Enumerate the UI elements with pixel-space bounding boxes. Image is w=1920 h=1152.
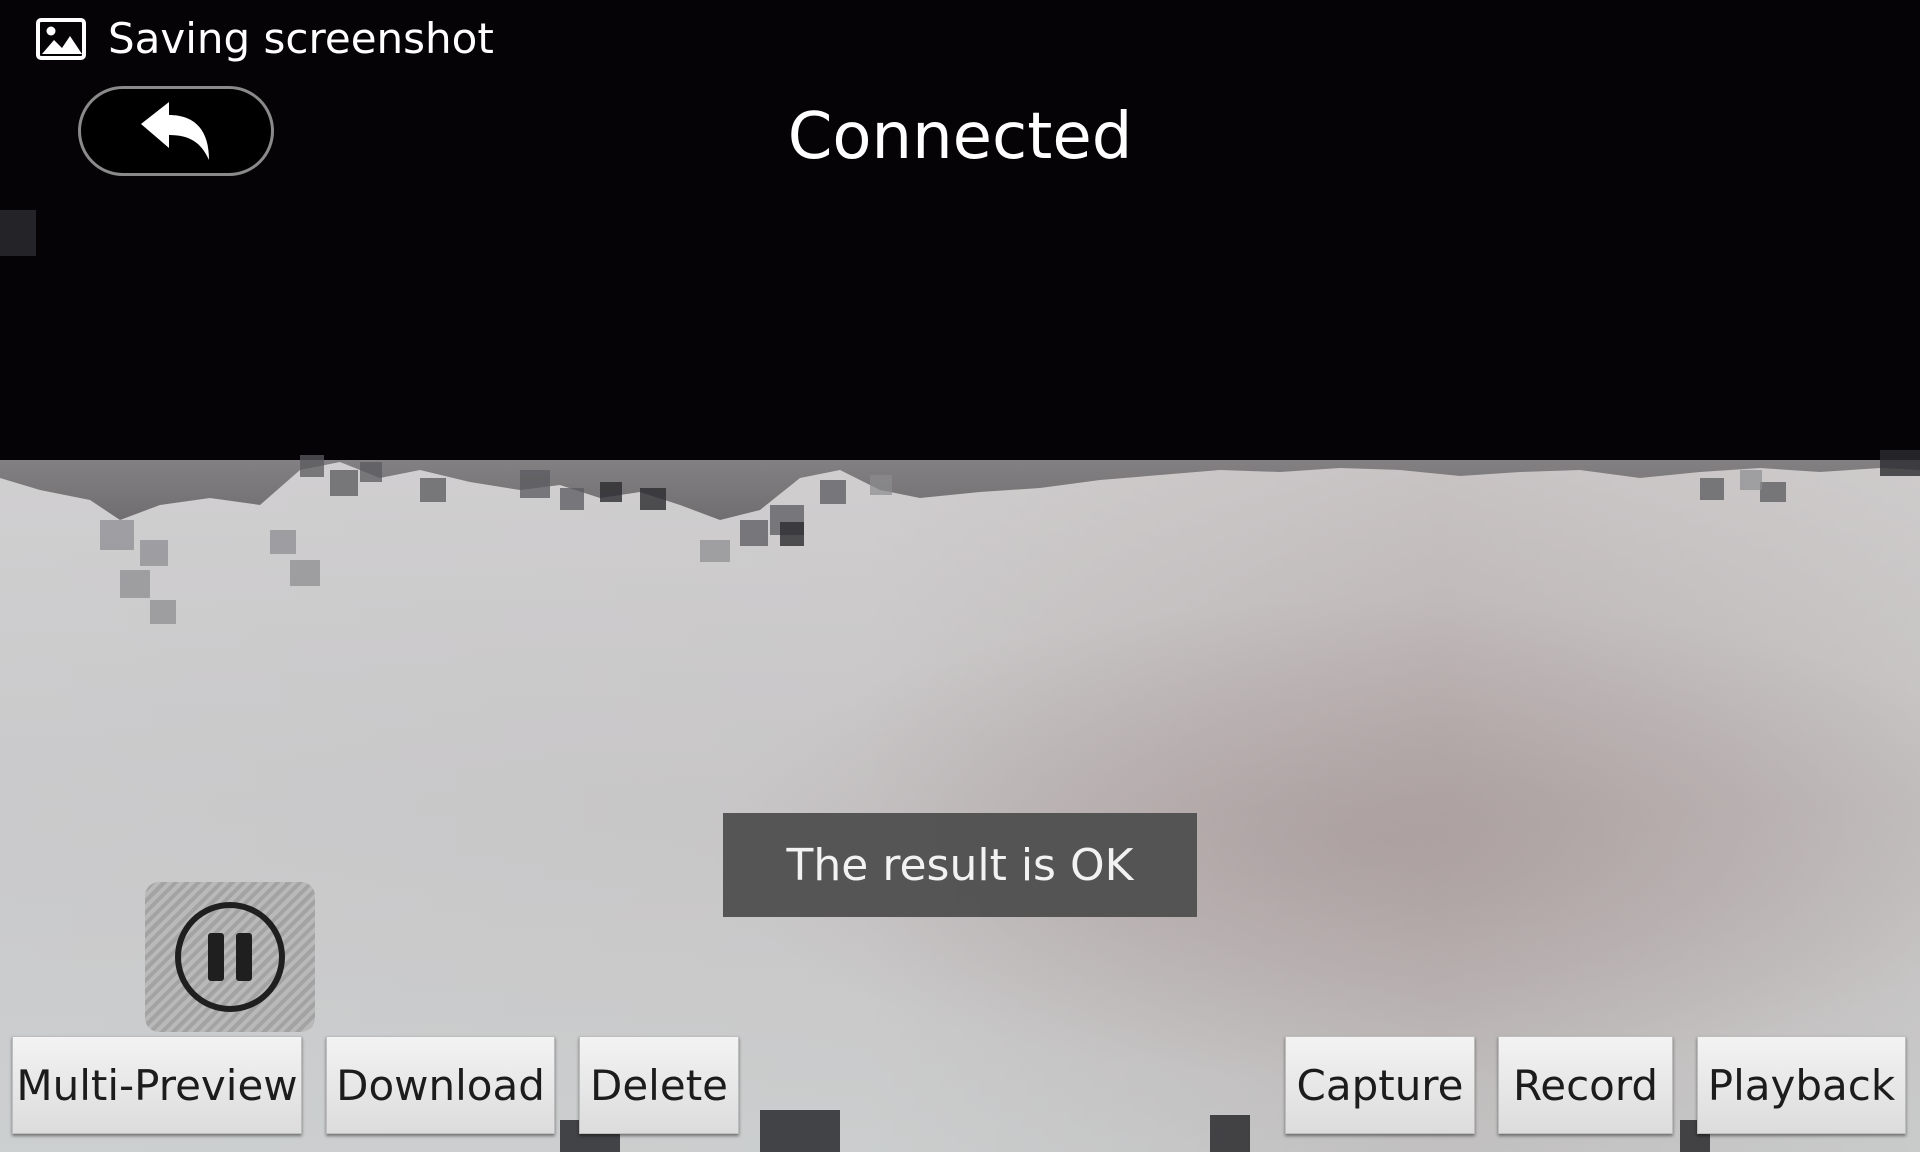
- toast-message: The result is OK: [723, 813, 1197, 917]
- connection-status: Connected: [787, 100, 1133, 174]
- pause-icon: [175, 902, 285, 1012]
- record-button[interactable]: Record: [1498, 1036, 1673, 1134]
- undo-arrow-icon: [141, 102, 209, 160]
- back-button[interactable]: [78, 86, 274, 176]
- playback-button[interactable]: Playback: [1697, 1036, 1906, 1134]
- pause-button[interactable]: [145, 882, 315, 1032]
- notification-text: Saving screenshot: [108, 14, 494, 63]
- app-screen: Saving screenshot Connected The result i…: [0, 0, 1920, 1152]
- status-bar: Saving screenshot: [0, 0, 1920, 78]
- download-button[interactable]: Download: [326, 1036, 555, 1134]
- delete-button[interactable]: Delete: [579, 1036, 739, 1134]
- image-icon: [36, 18, 86, 60]
- multi-preview-button[interactable]: Multi-Preview: [12, 1036, 302, 1134]
- capture-button[interactable]: Capture: [1285, 1036, 1475, 1134]
- toast-text: The result is OK: [786, 839, 1134, 891]
